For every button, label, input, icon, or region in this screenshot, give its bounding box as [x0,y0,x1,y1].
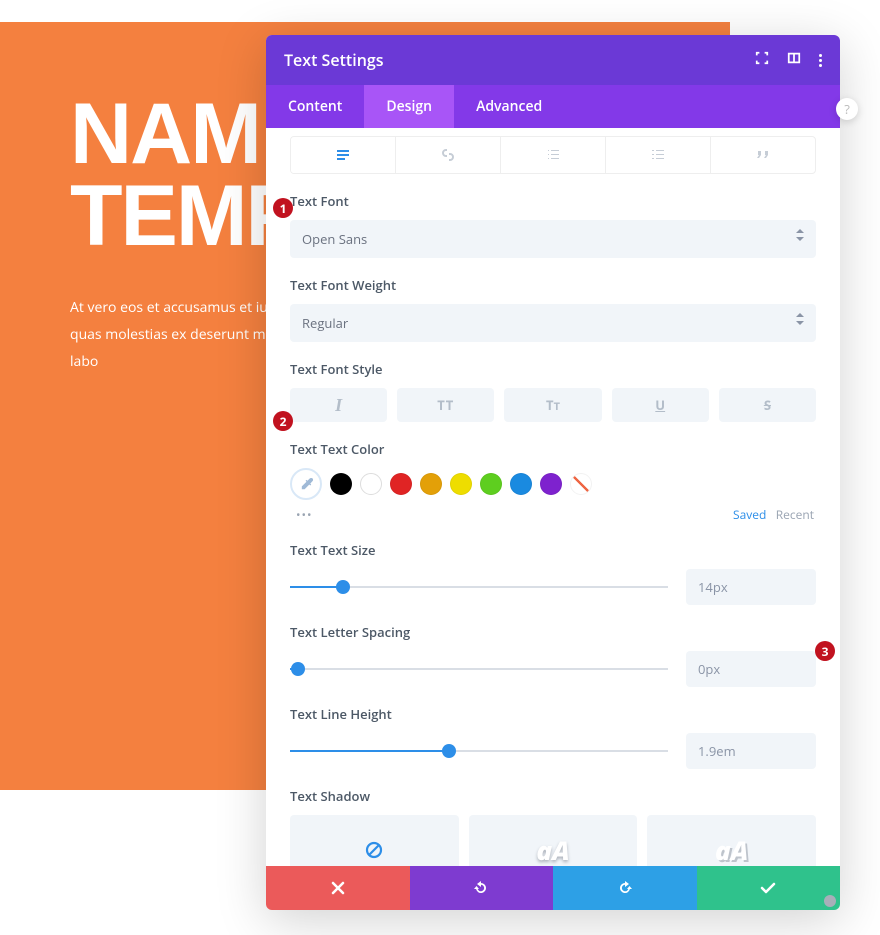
shadow-opt-2[interactable]: aA [647,815,816,866]
shadow-grid: aA aA aA aA aA [290,815,816,866]
settings-panel: Text Settings Content Design Advanced Te… [266,35,840,910]
undo-button[interactable] [410,866,554,910]
columns-icon[interactable] [787,51,801,69]
panel-footer [266,866,840,910]
shadow-none[interactable] [290,815,459,866]
uppercase-button[interactable]: TT [397,388,494,422]
size-value[interactable]: 14px [686,569,816,605]
resize-handle-icon[interactable] [824,895,836,907]
weight-select[interactable]: Regular [290,304,816,342]
font-select-value: Open Sans [302,230,367,248]
spacing-label: Text Letter Spacing [290,623,816,641]
swatch-4[interactable] [450,473,472,495]
lineheight-value[interactable]: 1.9em [686,733,816,769]
cancel-button[interactable] [266,866,410,910]
swatch-0[interactable] [330,473,352,495]
tab-content[interactable]: Content [266,85,364,128]
font-select[interactable]: Open Sans [290,220,816,258]
callout-badge-1: 1 [273,198,293,218]
panel-body[interactable]: Text Font Open Sans Text Font Weight Reg… [266,128,840,866]
smallcaps-button[interactable]: TT [504,388,601,422]
redo-button[interactable] [553,866,697,910]
color-swatches [290,468,816,500]
tab-recent[interactable]: Recent [776,506,814,523]
strikethrough-button[interactable]: S [719,388,816,422]
eyedropper-button[interactable] [290,468,322,500]
swatch-3[interactable] [420,473,442,495]
swatch-none[interactable] [570,473,592,495]
seg-ul-icon[interactable] [501,137,606,173]
shadow-label: Text Shadow [290,787,816,805]
more-colors-icon[interactable]: ••• [296,506,313,523]
save-button[interactable] [697,866,841,910]
seg-text-icon[interactable] [291,137,396,173]
font-style-row: I TT TT U S [290,388,816,422]
shadow-opt-1[interactable]: aA [469,815,638,866]
seg-quote-icon[interactable] [711,137,815,173]
tab-saved[interactable]: Saved [733,506,766,523]
style-label: Text Font Style [290,360,816,378]
size-slider[interactable] [290,577,668,597]
color-area: ••• Saved Recent [290,468,816,523]
swatch-1[interactable] [360,473,382,495]
lineheight-label: Text Line Height [290,705,816,723]
font-label: Text Font [290,192,816,210]
callout-badge-3: 3 [815,641,835,661]
element-type-row [290,136,816,174]
lineheight-slider[interactable] [290,741,668,761]
tabs: Content Design Advanced [266,85,840,128]
callout-badge-2: 2 [273,411,293,431]
italic-button[interactable]: I [290,388,387,422]
expand-icon[interactable] [755,51,769,69]
color-label: Text Text Color [290,440,816,458]
tab-advanced[interactable]: Advanced [454,85,564,128]
tab-design[interactable]: Design [364,85,454,128]
panel-title: Text Settings [284,49,755,71]
more-icon[interactable] [819,54,822,67]
underline-button[interactable]: U [612,388,709,422]
seg-link-icon[interactable] [396,137,501,173]
weight-label: Text Font Weight [290,276,816,294]
spacing-slider[interactable] [290,659,668,679]
swatch-2[interactable] [390,473,412,495]
swatch-6[interactable] [510,473,532,495]
swatch-7[interactable] [540,473,562,495]
seg-ol-icon[interactable] [606,137,711,173]
spacing-value[interactable]: 0px [686,651,816,687]
weight-select-value: Regular [302,314,348,332]
panel-header: Text Settings [266,35,840,85]
help-badge-icon[interactable]: ? [836,98,858,120]
size-label: Text Text Size [290,541,816,559]
swatch-5[interactable] [480,473,502,495]
